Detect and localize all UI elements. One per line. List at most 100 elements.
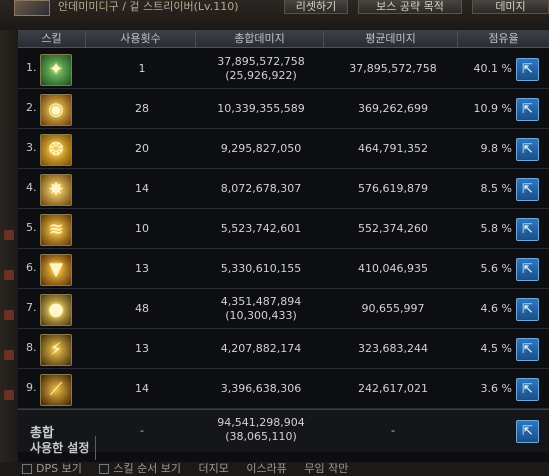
table-header: 스킬 사용횟수 총합데미지 평균데미지 점유율 bbox=[18, 31, 549, 48]
skill-icon-6: ▼ bbox=[40, 254, 72, 286]
use-count: 28 bbox=[135, 102, 149, 115]
skill-icon-3: ❂ bbox=[40, 134, 72, 166]
total-damage: 4,207,882,174 bbox=[220, 342, 302, 355]
skill-order-checkbox[interactable] bbox=[99, 464, 110, 474]
background-bottom-bar: DPS 보기 스킬 순서 보기 더지모 이스라퓨 무임 작만 bbox=[0, 462, 549, 476]
row-number: 7. bbox=[26, 301, 37, 314]
share-button[interactable]: ⇱ bbox=[516, 258, 539, 281]
bottom-text-4: 이스라퓨 bbox=[246, 462, 287, 475]
use-count: 13 bbox=[135, 262, 149, 275]
row-number: 9. bbox=[26, 381, 37, 394]
character-name: 안데미미디구 / 겉 스트리이버(Lv.110) bbox=[58, 0, 239, 13]
table-row: 9. ⟋ 14 3,396,638,306 242,617,021 3.6 % … bbox=[18, 369, 549, 409]
used-settings-tab[interactable]: 사용한 설정 bbox=[24, 436, 97, 460]
grand-total-damage: 94,541,298,904 (38,065,110) bbox=[196, 416, 326, 444]
table-row: 7. ● 48 4,351,487,894 (10,300,433) 90,65… bbox=[18, 289, 549, 329]
use-count: 20 bbox=[135, 142, 149, 155]
table-row: 2. ◉ 28 10,339,355,589 369,262,699 10.9 … bbox=[18, 89, 549, 129]
row-number: 2. bbox=[26, 101, 37, 114]
share-button[interactable]: ⇱ bbox=[516, 58, 539, 81]
total-row: 총합 - 94,541,298,904 (38,065,110) - ⇱ bbox=[18, 410, 549, 452]
share-percent: 5.6 % bbox=[480, 262, 512, 275]
table-row: 1. ✦ 1 37,895,572,758 (25,926,922) 37,89… bbox=[18, 49, 549, 89]
row-number: 6. bbox=[26, 261, 37, 274]
use-count: 48 bbox=[135, 302, 149, 315]
skill-icon-7: ● bbox=[40, 294, 72, 326]
bottom-text-5: 무임 작만 bbox=[304, 462, 349, 475]
bottom-text-3: 더지모 bbox=[198, 462, 229, 475]
avg-damage: 552,374,260 bbox=[358, 222, 428, 235]
total-damage-value: 37,895,572,758 bbox=[217, 55, 305, 68]
total-damage-sub: (25,926,922) bbox=[225, 69, 297, 82]
table-row: 5. ≋ 10 5,523,742,601 552,374,260 5.8 % … bbox=[18, 209, 549, 249]
header-count: 사용횟수 bbox=[86, 31, 196, 47]
table-row: 4. ✸ 14 8,072,678,307 576,619,879 8.5 % … bbox=[18, 169, 549, 209]
total-damage: 5,330,610,155 bbox=[220, 262, 302, 275]
share-button[interactable]: ⇱ bbox=[516, 138, 539, 161]
damage-dropdown[interactable]: 데미지 bbox=[472, 0, 549, 14]
background-left-strip bbox=[0, 30, 18, 476]
skill-icon-9: ⟋ bbox=[40, 374, 72, 406]
boss-select-dropdown[interactable]: 보스 공략 목적 bbox=[358, 0, 462, 14]
avg-damage: 576,619,879 bbox=[358, 182, 428, 195]
total-count: - bbox=[140, 424, 144, 437]
dps-label: DPS 보기 bbox=[36, 462, 82, 475]
table-row: 3. ❂ 20 9,295,827,050 464,791,352 9.8 % … bbox=[18, 129, 549, 169]
background-top-bar: 안데미미디구 / 겉 스트리이버(Lv.110) 리셋하기 보스 공략 목적 데… bbox=[0, 0, 549, 30]
share-button[interactable]: ⇱ bbox=[516, 218, 539, 241]
header-total: 총합데미지 bbox=[196, 31, 324, 47]
use-count: 13 bbox=[135, 342, 149, 355]
skill-order-label: 스킬 순서 보기 bbox=[113, 462, 182, 475]
character-avatar bbox=[14, 0, 50, 16]
row-number: 4. bbox=[26, 181, 37, 194]
share-percent: 4.6 % bbox=[480, 302, 512, 315]
share-button[interactable]: ⇱ bbox=[516, 378, 539, 401]
share-button[interactable]: ⇱ bbox=[516, 98, 539, 121]
table-row: 6. ▼ 13 5,330,610,155 410,046,935 5.6 % … bbox=[18, 249, 549, 289]
row-number: 1. bbox=[26, 61, 37, 74]
share-percent: 40.1 % bbox=[473, 62, 512, 75]
share-total-button[interactable]: ⇱ bbox=[516, 420, 539, 443]
use-count: 10 bbox=[135, 222, 149, 235]
header-avg: 평균데미지 bbox=[324, 31, 458, 47]
use-count: 1 bbox=[138, 62, 146, 75]
row-number: 8. bbox=[26, 341, 37, 354]
row-number: 5. bbox=[26, 221, 37, 234]
use-count: 14 bbox=[135, 182, 149, 195]
header-skill: 스킬 bbox=[18, 31, 86, 47]
share-percent: 9.8 % bbox=[480, 142, 512, 155]
grand-total-value: 94,541,298,904 bbox=[217, 416, 305, 429]
skill-icon-2: ◉ bbox=[40, 94, 72, 126]
skill-icon-5: ≋ bbox=[40, 214, 72, 246]
total-damage: 4,351,487,894 (10,300,433) bbox=[196, 295, 326, 323]
share-percent: 10.9 % bbox=[473, 102, 512, 115]
total-damage: 9,295,827,050 bbox=[220, 142, 302, 155]
avg-damage: 90,655,997 bbox=[361, 302, 425, 315]
header-share: 점유율 bbox=[488, 32, 519, 45]
dps-checkbox[interactable] bbox=[22, 464, 32, 474]
reset-button[interactable]: 리셋하기 bbox=[284, 0, 348, 14]
total-damage: 10,339,355,589 bbox=[217, 102, 305, 115]
total-damage: 3,396,638,306 bbox=[220, 382, 302, 395]
share-percent: 8.5 % bbox=[480, 182, 512, 195]
avg-damage: 37,895,572,758 bbox=[349, 62, 437, 75]
share-button[interactable]: ⇱ bbox=[516, 178, 539, 201]
total-damage-value: 4,351,487,894 bbox=[220, 295, 302, 308]
avg-damage: 410,046,935 bbox=[358, 262, 428, 275]
total-damage-sub: (10,300,433) bbox=[225, 309, 297, 322]
skill-icon-4: ✸ bbox=[40, 174, 72, 206]
row-number: 3. bbox=[26, 141, 37, 154]
damage-stats-panel: 스킬 사용횟수 총합데미지 평균데미지 점유율 1. ✦ 1 37,895,57… bbox=[18, 30, 549, 462]
share-percent: 5.8 % bbox=[480, 222, 512, 235]
use-count: 14 bbox=[135, 382, 149, 395]
grand-total-sub: (38,065,110) bbox=[225, 430, 297, 443]
total-avg: - bbox=[391, 424, 395, 437]
total-damage: 37,895,572,758 (25,926,922) bbox=[196, 55, 326, 83]
share-button[interactable]: ⇱ bbox=[516, 338, 539, 361]
avg-damage: 323,683,244 bbox=[358, 342, 428, 355]
share-button[interactable]: ⇱ bbox=[516, 298, 539, 321]
avg-damage: 242,617,021 bbox=[358, 382, 428, 395]
share-percent: 3.6 % bbox=[480, 382, 512, 395]
total-damage: 5,523,742,601 bbox=[220, 222, 302, 235]
total-damage: 8,072,678,307 bbox=[220, 182, 302, 195]
